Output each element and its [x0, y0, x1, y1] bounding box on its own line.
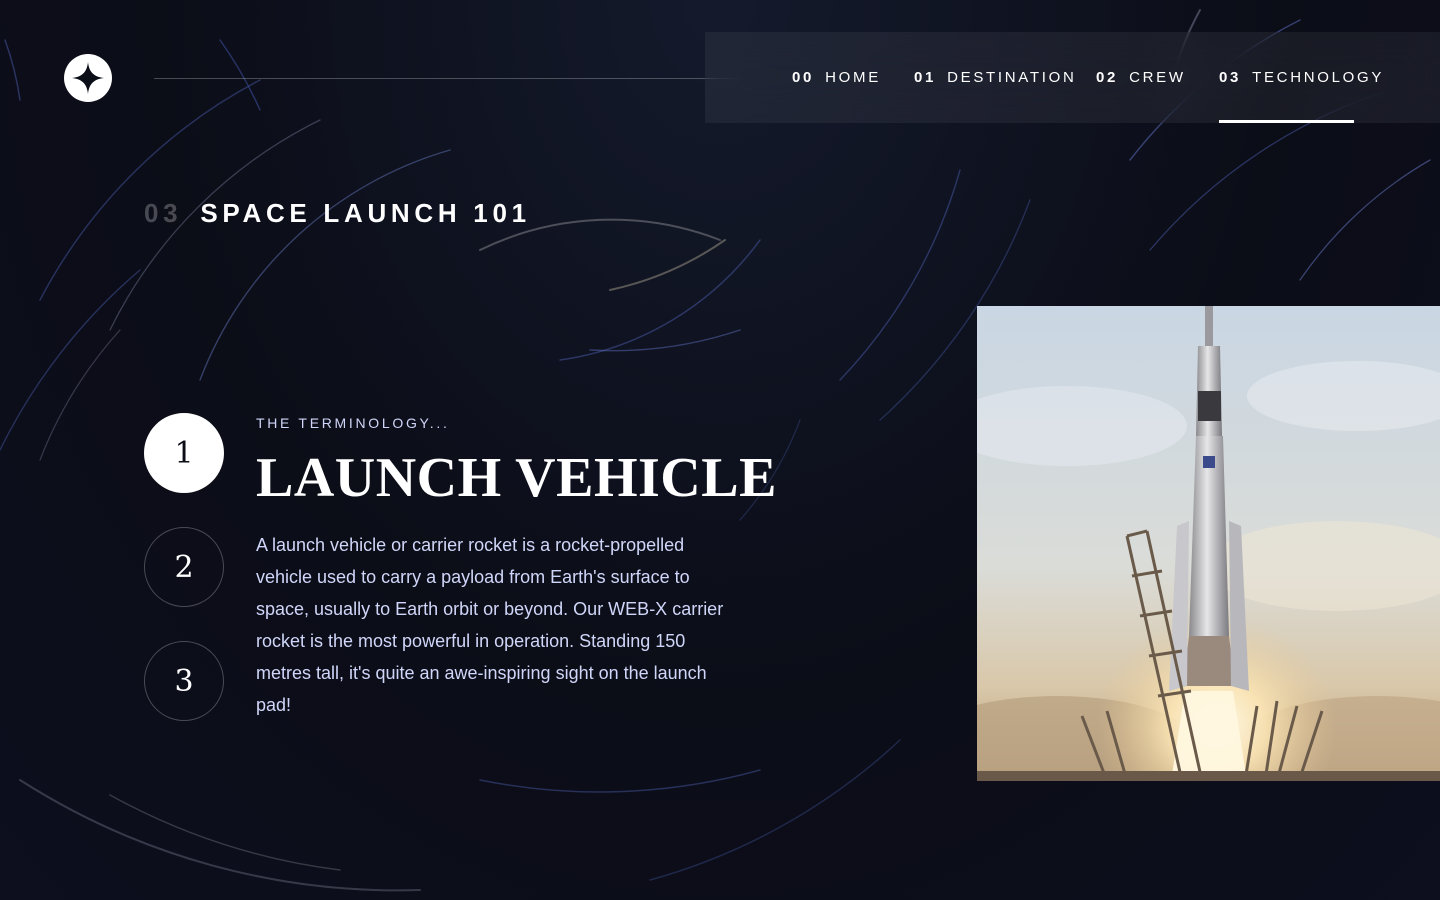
nav-item-label: DESTINATION — [947, 69, 1077, 86]
page-title: 03 SPACE LAUNCH 101 — [144, 198, 531, 229]
nav-item-destination[interactable]: 01 DESTINATION — [914, 32, 1077, 123]
page-title-number: 03 — [144, 198, 183, 228]
slide-step-3-button[interactable]: 3 — [144, 641, 224, 721]
star-logo-icon — [72, 62, 104, 94]
terminology-eyebrow: THE TERMINOLOGY... — [256, 415, 450, 431]
nav-item-number: 03 — [1219, 69, 1242, 86]
slide-step-1-button[interactable]: 1 — [144, 413, 224, 493]
nav-item-number: 02 — [1096, 69, 1119, 86]
home-logo[interactable] — [64, 54, 112, 102]
nav-item-technology[interactable]: 03 TECHNOLOGY — [1219, 32, 1381, 123]
technology-title: LAUNCH VEHICLE — [256, 447, 777, 509]
nav-item-number: 00 — [792, 69, 815, 86]
nav-item-label: TECHNOLOGY — [1252, 69, 1385, 86]
slide-step-2-button[interactable]: 2 — [144, 527, 224, 607]
technology-description: A launch vehicle or carrier rocket is a … — [256, 535, 724, 715]
nav-item-number: 01 — [914, 69, 937, 86]
nav-item-home[interactable]: 00 HOME — [792, 32, 881, 123]
launch-vehicle-image — [977, 306, 1440, 781]
nav-item-label: CREW — [1129, 69, 1186, 86]
nav-item-label: HOME — [825, 69, 881, 86]
primary-navigation: 00 HOME 01 DESTINATION 02 CREW 03 TECHNO… — [705, 32, 1440, 123]
page-title-text: SPACE LAUNCH 101 — [200, 198, 531, 228]
header-divider — [154, 78, 742, 79]
nav-item-crew[interactable]: 02 CREW — [1096, 32, 1186, 123]
